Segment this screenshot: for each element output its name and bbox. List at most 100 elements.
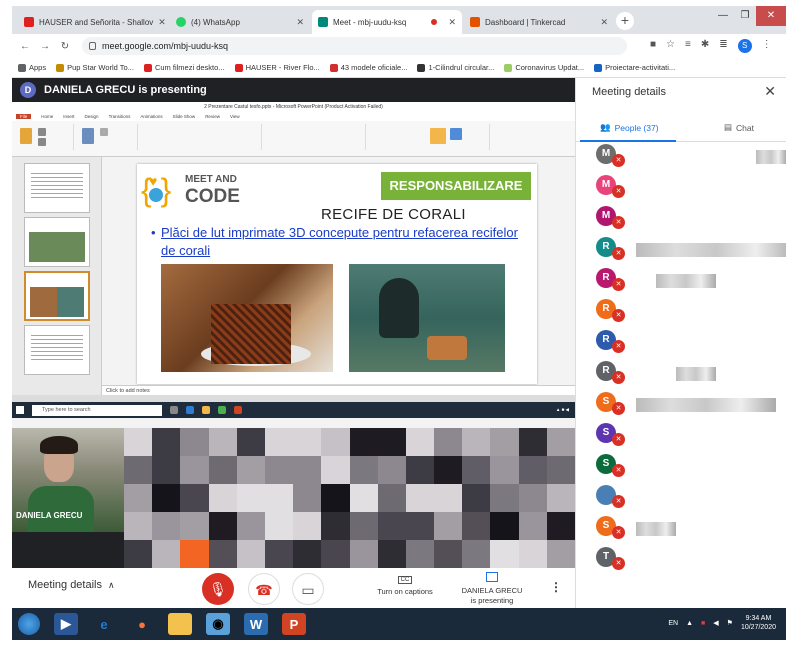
tray-arrow-icon[interactable]: ▲	[686, 620, 693, 627]
new-tab-button[interactable]: +	[616, 12, 634, 30]
ribbon-tab: View	[229, 114, 240, 119]
word-icon[interactable]: W	[244, 613, 268, 635]
pixelated-block	[264, 512, 294, 540]
lock-icon	[89, 42, 96, 50]
bookmark-apps[interactable]: Apps	[18, 63, 46, 72]
forward-icon[interactable]: →	[38, 41, 52, 52]
participant-row[interactable]: ✕	[586, 483, 786, 513]
pixelated-block	[208, 456, 237, 484]
slide-bullet-text: Plăci de lut imprimate 3D concepute pent…	[161, 225, 518, 258]
recording-dot-icon	[431, 19, 438, 25]
pixelated-block	[236, 484, 265, 512]
bookmark-coronavirus[interactable]: Coronavirus Updat...	[504, 63, 584, 72]
slide-thumbnail[interactable]	[24, 217, 90, 267]
meeting-details-button[interactable]: Meeting details ∧	[28, 579, 115, 591]
camera-icon[interactable]: ■	[650, 39, 656, 53]
participant-row[interactable]: S ✕	[586, 514, 786, 544]
presenter-banner-text: DANIELA GRECU is presenting	[44, 84, 207, 96]
puzzle-icon[interactable]: ✱	[701, 39, 709, 53]
flag-icon[interactable]: ⚑	[727, 619, 733, 627]
chrome-active-icon[interactable]: ◉	[206, 613, 230, 635]
participant-row[interactable]: S ✕	[586, 452, 786, 482]
menu-icon[interactable]: ⋮	[762, 39, 772, 53]
participant-row[interactable]: R ✕	[586, 328, 786, 358]
camera-button[interactable]: ▭	[292, 573, 324, 605]
extension-icon[interactable]: ≡	[685, 39, 691, 53]
media-player-icon[interactable]: ▶	[54, 613, 78, 635]
participant-row[interactable]: S ✕	[586, 421, 786, 451]
powerpoint-icon	[234, 406, 242, 414]
close-icon[interactable]: ✕	[448, 17, 456, 28]
bookmark-pupstar[interactable]: Pup Star World To...	[56, 63, 134, 72]
logo-text-line1: MEET AND	[185, 174, 237, 185]
reading-list-icon[interactable]: ≣	[719, 39, 727, 53]
address-bar[interactable]: meet.google.com/mbj-uudu-ksq	[82, 37, 627, 55]
pixelated-block	[293, 540, 322, 568]
powerpoint-icon[interactable]: P	[282, 613, 306, 635]
slide-notes[interactable]: Click to add notes	[102, 385, 575, 395]
presenting-button[interactable]: DANIELA GRECU is presenting	[452, 572, 532, 606]
profile-avatar[interactable]: S	[737, 39, 752, 53]
pixelated-block	[208, 484, 237, 512]
bookmark-cum-filmezi[interactable]: Cum filmezi deskto...	[143, 63, 225, 72]
slide-bullet[interactable]: • Plăci de lut imprimate 3D concepute pen…	[151, 224, 521, 260]
pixelated-block	[321, 484, 350, 512]
pixelated-block	[236, 428, 265, 456]
firefox-icon[interactable]: ●	[130, 613, 154, 635]
pixelated-block	[405, 456, 435, 484]
bookmark-proiectare[interactable]: Proiectare-activitati...	[594, 63, 675, 72]
pixelated-block	[264, 428, 294, 456]
participant-row[interactable]: R ✕	[586, 266, 786, 296]
bookmark-modele[interactable]: 43 modele oficiale...	[329, 63, 407, 72]
participant-row[interactable]: R ✕	[586, 359, 786, 389]
pixelated-block	[124, 512, 153, 540]
participant-row[interactable]: S ✕	[586, 390, 786, 420]
tab-chat[interactable]: ▤ Chat	[724, 122, 754, 133]
star-icon[interactable]: ☆	[666, 39, 675, 53]
participant-row[interactable]: M ✕	[586, 173, 786, 203]
tab-meet[interactable]: Meet - mbj-uudu-ksq ✕	[312, 10, 462, 34]
participant-row[interactable]: M ✕	[586, 204, 786, 234]
close-icon[interactable]: ✕	[158, 17, 166, 28]
slide-thumbnail[interactable]	[24, 163, 90, 213]
internet-explorer-icon[interactable]: e	[92, 613, 116, 635]
close-icon[interactable]: ✕	[296, 17, 304, 28]
bookmark-label: 1-Cilindrul circular...	[428, 63, 495, 72]
panel-title: Meeting details	[592, 86, 666, 98]
mic-off-button[interactable]: 🎙	[202, 573, 234, 605]
captions-button[interactable]: CC Turn on captions	[360, 574, 450, 596]
close-icon[interactable]: ✕	[764, 83, 776, 100]
participant-row[interactable]: R ✕	[586, 297, 786, 327]
shared-screen: 2 Prezentare Castul tesfo.pptx - Microso…	[12, 102, 575, 428]
minimize-icon[interactable]: —	[712, 6, 734, 26]
participant-row[interactable]: R ✕	[586, 235, 786, 265]
maximize-icon[interactable]: ❐	[734, 6, 756, 26]
slide-thumbnail-selected[interactable]	[24, 271, 90, 321]
tab-hauser[interactable]: HAUSER and Señorita - Shallov ✕	[18, 10, 168, 34]
network-warning-icon[interactable]: ■	[701, 620, 705, 627]
clock-time: 9:34 AM	[745, 615, 772, 622]
start-button[interactable]	[18, 613, 40, 635]
participant-row[interactable]: M ✕	[586, 142, 786, 172]
volume-icon[interactable]: ◀	[713, 619, 718, 627]
bookmark-hauser[interactable]: HAUSER - River Flo...	[234, 63, 320, 72]
clock[interactable]: 9:34 AM 10/27/2020	[741, 614, 776, 632]
powerpoint-status-bar	[12, 395, 575, 402]
reload-icon[interactable]: ↻	[58, 41, 72, 52]
hang-up-button[interactable]: ☎	[248, 573, 280, 605]
bookmark-cilindrul[interactable]: 1-Cilindrul circular...	[417, 63, 494, 72]
close-icon[interactable]: ✕	[600, 17, 608, 28]
tab-tinkercad[interactable]: Dashboard | Tinkercad ✕	[464, 10, 614, 34]
heart-icon: ♥	[149, 173, 158, 189]
window-close-icon[interactable]: ✕	[756, 6, 786, 26]
more-options-icon[interactable]: ⋮	[550, 580, 562, 594]
slide-thumbnail[interactable]	[24, 325, 90, 375]
pixelated-block	[152, 484, 181, 512]
language-indicator[interactable]: EN	[668, 620, 678, 627]
tab-people[interactable]: 👥 People (37)	[600, 122, 659, 133]
ribbon-tab: Design	[84, 114, 99, 119]
back-icon[interactable]: ←	[18, 41, 32, 52]
file-explorer-icon[interactable]	[168, 613, 192, 635]
participant-row[interactable]: T ✕	[586, 545, 786, 575]
tab-whatsapp[interactable]: (4) WhatsApp ✕	[170, 10, 310, 34]
